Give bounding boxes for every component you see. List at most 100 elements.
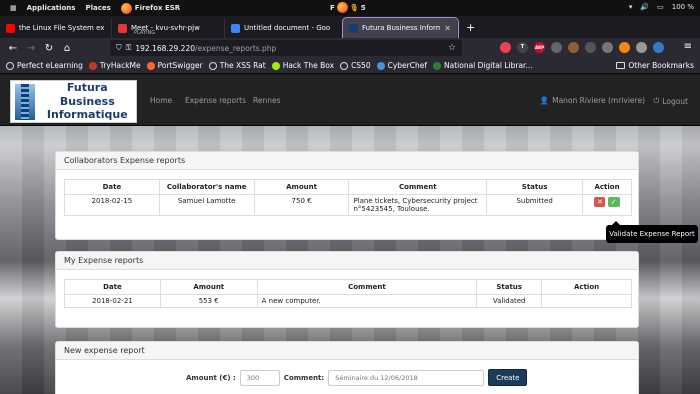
my-expense-table: Date Amount Comment Status Action 2018-0… — [64, 279, 632, 308]
hamburger-menu-icon[interactable]: ≡ — [684, 41, 692, 52]
ext-t-icon[interactable]: T — [517, 42, 528, 53]
cell-name: Samuel Lamotte — [158, 194, 255, 216]
places-menu[interactable]: Places — [85, 4, 110, 12]
column-header: Collaborator's name — [158, 179, 255, 195]
navigation-toolbar: ← → ↻ ⌂ ⛉ ⚿ 192.168.29.220/expense_repor… — [0, 38, 700, 58]
bookmark-item[interactable]: National Digital Librar... — [433, 61, 533, 70]
panel-title: New expense report — [56, 342, 638, 360]
forward-arrow-icon[interactable]: → — [22, 43, 40, 54]
reload-icon[interactable]: ↻ — [40, 43, 58, 54]
cyberchef-icon — [376, 61, 385, 70]
adblock-plus-icon[interactable]: ABP — [534, 42, 545, 53]
new-expense-report-panel: New expense report Amount (€) : Comment:… — [55, 341, 639, 394]
collaborators-table: Date Collaborator's name Amount Comment … — [64, 179, 632, 216]
microphone-icon: 🎙 — [349, 3, 359, 12]
nav-rennes[interactable]: Rennes — [253, 96, 281, 105]
firefox-icon — [120, 2, 132, 14]
home-icon[interactable]: ⌂ — [58, 43, 76, 54]
tab-strip: the Linux File System exp Meet - kvu-svh… — [0, 16, 700, 39]
user-menu[interactable]: 👤 Manon Riviere (mriviere) — [540, 96, 645, 105]
user-name: Manon Riviere (mriviere) — [552, 96, 645, 105]
cell-action: ✕ ✓ — [582, 194, 632, 216]
bookmark-label: The XSS Rat — [219, 61, 266, 70]
battery-icon: ▭ — [657, 3, 664, 11]
metamask-icon[interactable] — [619, 42, 630, 53]
tab-meet[interactable]: Meet - kvu-svhr-pjw PLAYING — [112, 18, 225, 38]
applications-menu[interactable]: Applications — [27, 4, 76, 12]
panel-title: My Expense reports — [56, 252, 638, 270]
cell-comment: A new computer. — [256, 294, 478, 308]
my-expense-reports-panel: My Expense reports Date Amount Comment S… — [55, 251, 639, 328]
folder-icon — [616, 62, 626, 69]
ext-puzzle-icon[interactable] — [568, 42, 579, 53]
system-tray[interactable]: ▾ 🔊 ▭ 100 % — [629, 3, 694, 11]
tab-title: the Linux File System exp — [19, 24, 105, 32]
amount-input[interactable] — [239, 369, 280, 386]
bookmark-item[interactable]: Perfect eLearning — [6, 61, 83, 70]
back-arrow-icon[interactable]: ← — [4, 43, 22, 54]
column-header: Status — [476, 279, 543, 295]
logout-label: Logout — [662, 96, 688, 106]
bookmark-item[interactable]: CyberChef — [376, 61, 427, 70]
table-header-row: Date Collaborator's name Amount Comment … — [64, 179, 632, 195]
tab-linux-fs[interactable]: the Linux File System exp — [0, 18, 112, 38]
globe-icon — [6, 61, 14, 70]
other-bookmarks-folder[interactable]: Other Bookmarks — [616, 61, 694, 70]
reject-button[interactable]: ✕ — [594, 197, 606, 207]
center-label-left: F — [330, 3, 335, 12]
center-label-right: 5 — [360, 3, 366, 12]
bookmark-item[interactable]: PortSwigger — [146, 61, 203, 70]
comment-input[interactable] — [328, 369, 485, 386]
ext-doc-icon[interactable] — [636, 42, 647, 53]
column-header: Comment — [348, 179, 488, 195]
globe-icon — [340, 61, 349, 70]
gnome-top-bar: ▦ Applications Places Firefox ESR F 🎙 5 … — [0, 0, 700, 16]
meet-favicon-icon — [118, 23, 127, 33]
panel-title: Collaborators Expense reports — [56, 152, 638, 170]
active-app-menu[interactable]: Firefox ESR — [120, 2, 180, 14]
column-header: Amount — [159, 279, 258, 295]
ext-link-icon[interactable] — [653, 42, 664, 53]
cell-amount: 553 € — [159, 294, 258, 308]
bookmark-label: CyberChef — [387, 61, 427, 70]
logo-line-2: Informatique — [46, 108, 128, 122]
bookmark-star-icon[interactable]: ☆ — [448, 43, 456, 53]
url-host: 192.168.29.220 — [135, 43, 195, 53]
futura-favicon-icon — [349, 23, 358, 33]
cell-status: Submitted — [486, 194, 584, 216]
site-logo[interactable]: Futura Business Informatique — [10, 80, 137, 123]
bookmark-item[interactable]: TryHackMe — [88, 61, 141, 70]
url-bar[interactable]: ⛉ ⚿ 192.168.29.220/expense_reports.php ☆ — [110, 40, 462, 56]
ext-shield-icon[interactable] — [551, 42, 562, 53]
column-header: Date — [64, 179, 160, 195]
ext-gear-icon[interactable] — [585, 42, 596, 53]
new-tab-button[interactable]: + — [466, 21, 475, 34]
table-row: 2018-02-21 553 € A new computer. Validat… — [64, 294, 632, 308]
notification-area: F 🎙 5 — [330, 2, 366, 13]
pocket-icon[interactable] — [500, 42, 511, 53]
activities-grid-icon[interactable]: ▦ — [10, 4, 17, 12]
tab-google-doc[interactable]: Untitled document - Goo — [225, 18, 343, 38]
column-header: Comment — [256, 279, 478, 295]
network-icon: ▾ — [628, 3, 633, 11]
url-path: /expense_reports.php — [195, 43, 277, 53]
cell-status: Validated — [476, 294, 543, 308]
bookmark-item[interactable]: The XSS Rat — [208, 61, 266, 70]
bookmark-item[interactable]: CS50 — [340, 61, 371, 70]
amount-label: Amount (€) : — [186, 373, 236, 382]
create-button[interactable]: Create — [488, 369, 528, 386]
ext-frame-icon[interactable] — [602, 42, 613, 53]
tab-futura[interactable]: Futura Business Informati ✕ — [342, 17, 459, 39]
column-header: Amount — [253, 179, 350, 195]
tab-title: Untitled document - Goo — [244, 24, 331, 32]
nav-home[interactable]: Home — [150, 96, 172, 105]
validate-button[interactable]: ✓ — [607, 197, 620, 207]
bookmarks-toolbar: Perfect eLearning TryHackMe PortSwigger … — [0, 58, 700, 74]
close-tab-icon[interactable]: ✕ — [444, 24, 451, 33]
table-header-row: Date Amount Comment Status Action — [64, 279, 632, 295]
column-header: Status — [486, 179, 584, 195]
nav-expense-reports[interactable]: Expense reports — [185, 96, 246, 105]
bookmark-label: TryHackMe — [99, 61, 141, 70]
bookmark-item[interactable]: Hack The Box — [271, 61, 334, 70]
logout-link[interactable]: ⏻ Logout — [653, 96, 688, 106]
